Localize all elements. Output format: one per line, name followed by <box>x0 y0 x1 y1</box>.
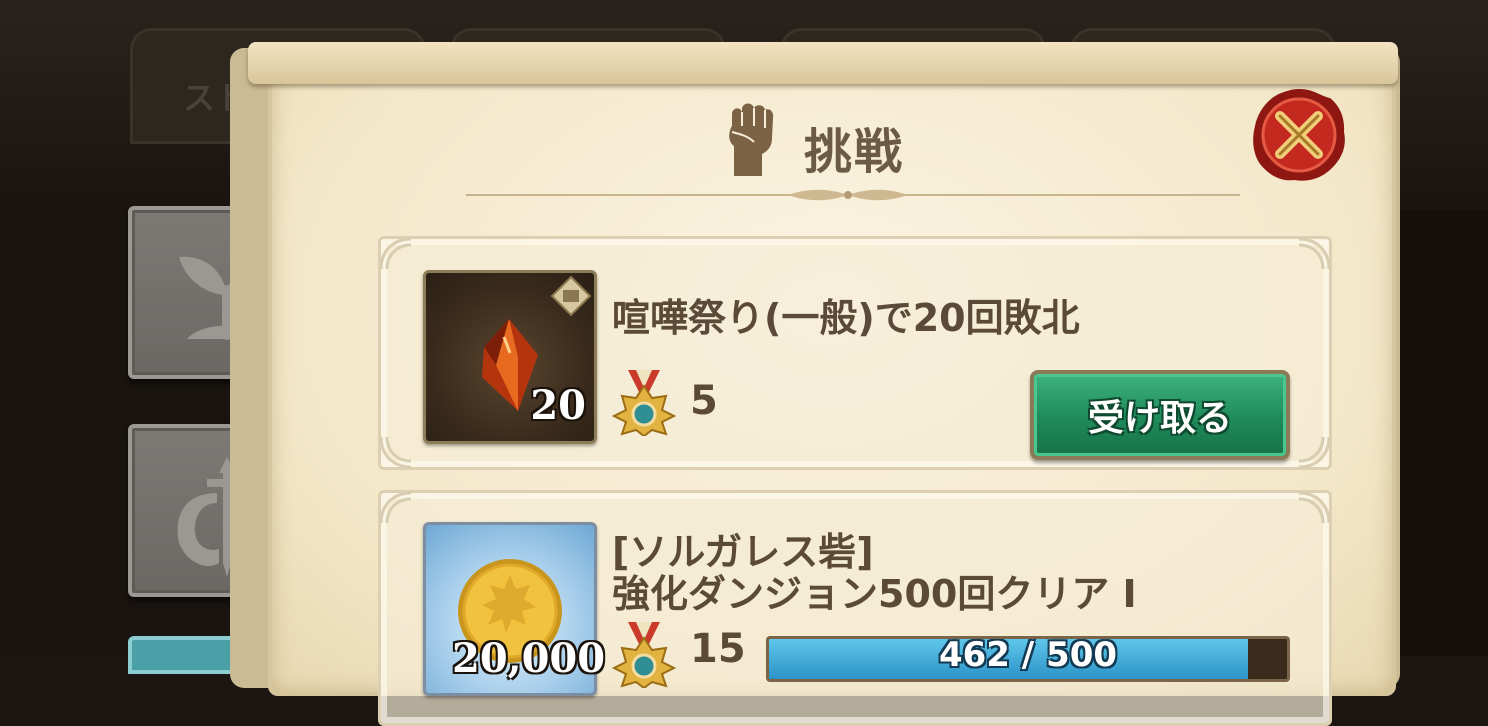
medal-count: 15 <box>690 626 746 672</box>
mission-description-line2: 強化ダンジョン500回クリア I <box>612 572 1137 616</box>
corner-ornament <box>379 436 412 469</box>
claim-button-label: 受け取る <box>1087 398 1232 439</box>
corner-ornament <box>1298 491 1331 524</box>
divider-ornament <box>788 189 908 201</box>
medal-icon <box>611 370 677 436</box>
corner-ornament <box>379 237 412 270</box>
fist-icon <box>729 103 774 176</box>
close-button[interactable] <box>1250 86 1348 184</box>
corner-ornament <box>379 491 412 524</box>
mission-description-line1: [ソルガレス砦] <box>612 530 874 574</box>
reward-item[interactable]: 20,000 <box>423 522 605 696</box>
mission-description: 喧嘩祭り(一般)で20回敗北 <box>612 296 1080 340</box>
page-title: 挑戦 <box>804 124 905 180</box>
reward-count: 20,000 <box>452 635 606 682</box>
mission-progress-bar: 462 / 500 <box>766 636 1290 682</box>
item-type-badge-icon <box>550 275 592 317</box>
claim-button[interactable]: 受け取る <box>1030 370 1290 460</box>
corner-ornament <box>1298 237 1331 270</box>
medal-count: 5 <box>690 378 718 424</box>
reward-item[interactable]: 20 <box>423 270 597 444</box>
reward-count: 20 <box>530 382 586 429</box>
medal-icon <box>611 622 677 688</box>
corner-ornament <box>1298 436 1331 469</box>
scroll-roll <box>248 42 1398 84</box>
